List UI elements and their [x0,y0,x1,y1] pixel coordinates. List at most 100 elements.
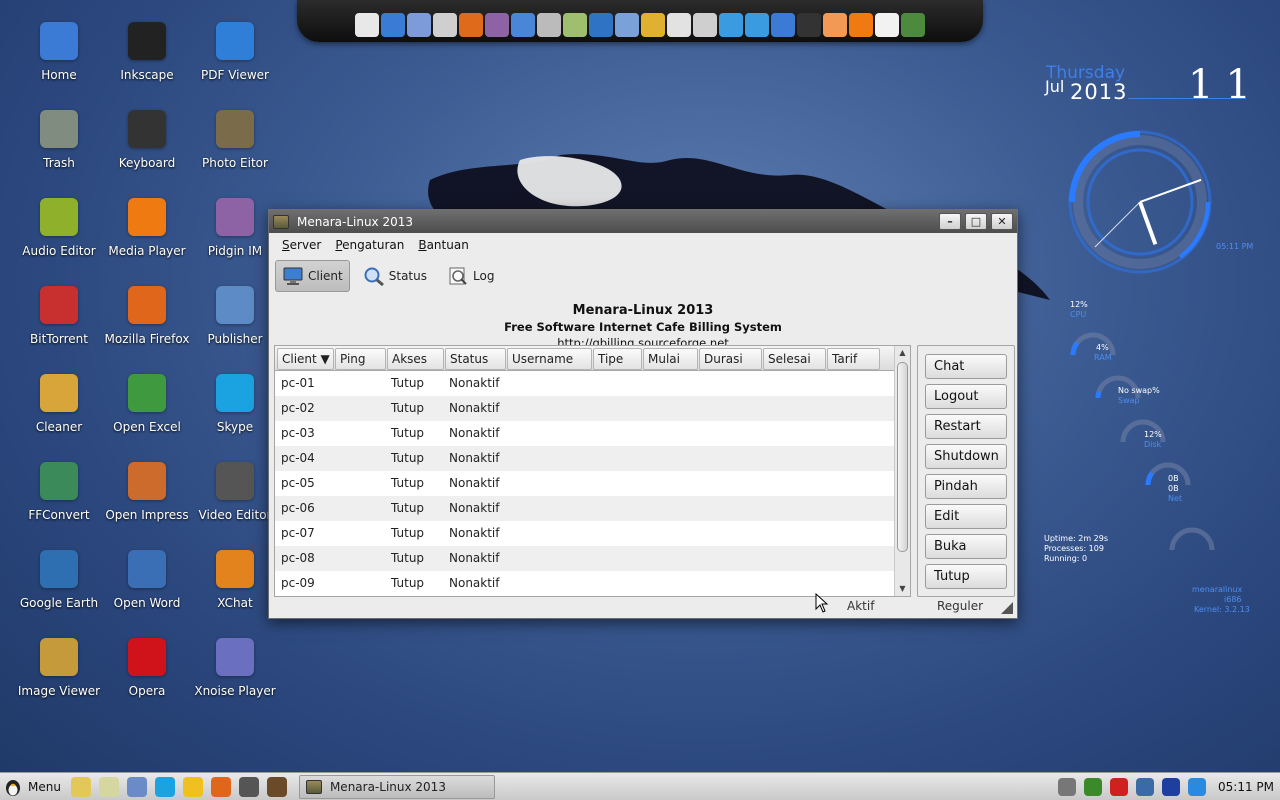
dropbox-icon[interactable] [745,13,769,37]
column-header[interactable]: Tarif [827,348,880,370]
copy-icon[interactable] [537,13,561,37]
desktop-icon-pdf-viewer[interactable]: PDF Viewer [191,22,279,110]
vlc-cone-icon[interactable] [849,13,873,37]
bug-icon[interactable] [641,13,665,37]
table-row[interactable]: pc-07 Tutup Nonaktif [275,521,910,546]
desktop-icon-bittorrent[interactable]: BitTorrent [15,286,103,374]
shutdown-button[interactable]: Shutdown [925,444,1007,469]
desktop-icon-image-viewer[interactable]: Image Viewer [15,638,103,726]
home-icon[interactable] [511,13,535,37]
disc-icon[interactable] [433,13,457,37]
column-header[interactable]: Selesai [763,348,826,370]
firefox-icon[interactable] [210,776,231,797]
ftp-icon[interactable] [667,13,691,37]
tab-client[interactable]: Client [275,260,350,292]
calculator-icon[interactable] [126,776,147,797]
desktop-icon-home[interactable]: Home [15,22,103,110]
desktop-icon-opera[interactable]: Opera [103,638,191,726]
column-header[interactable]: Status [445,348,506,370]
desktop-icon-ffconvert[interactable]: FFConvert [15,462,103,550]
desktop-icon-open-impress[interactable]: Open Impress [103,462,191,550]
desktop-icon-keyboard[interactable]: Keyboard [103,110,191,198]
panel-clock[interactable]: 05:11 PM [1210,780,1280,794]
search-icon[interactable] [615,13,639,37]
accessibility-icon[interactable] [381,13,405,37]
column-header[interactable]: Mulai [643,348,698,370]
column-header[interactable]: Akses [387,348,444,370]
desktop-icon-photo-eitor[interactable]: Photo Eitor [191,110,279,198]
column-header[interactable]: Tipe [593,348,642,370]
battery-icon[interactable] [1162,777,1180,796]
pidgin-icon[interactable] [485,13,509,37]
table-row[interactable]: pc-03 Tutup Nonaktif [275,421,910,446]
vertical-scrollbar[interactable]: ▲ ▼ [894,346,910,596]
clapperboard-icon[interactable] [238,776,259,797]
taskbar-item-menara[interactable]: Menara-Linux 2013 [298,774,495,799]
maximize-button[interactable]: □ [965,213,987,230]
desktop-icon-publisher[interactable]: Publisher [191,286,279,374]
column-header[interactable]: Ping [335,348,386,370]
dropbox-icon[interactable] [719,13,743,37]
disk-icon[interactable] [875,13,899,37]
volume-icon[interactable] [1058,777,1076,796]
desktop-icon-video-editor[interactable]: Video Editor [191,462,279,550]
restart-button[interactable]: Restart [925,414,1007,439]
app-icon[interactable] [901,13,925,37]
scroll-up-arrow[interactable]: ▲ [895,346,910,360]
emoticon-icon[interactable] [182,776,203,797]
chat-button[interactable]: Chat [925,354,1007,379]
table-row[interactable]: pc-04 Tutup Nonaktif [275,446,910,471]
no-entry-icon[interactable] [1110,777,1128,796]
table-row[interactable]: pc-05 Tutup Nonaktif [275,471,910,496]
firefox-icon[interactable] [459,13,483,37]
desktop-icon-open-word[interactable]: Open Word [103,550,191,638]
desktop-icon-xnoise-player[interactable]: Xnoise Player [191,638,279,726]
desktop-icon-google-earth[interactable]: Google Earth [15,550,103,638]
column-header[interactable]: Client ▼ [277,348,334,370]
buka-button[interactable]: Buka [925,534,1007,559]
desktop-icon-open-excel[interactable]: Open Excel [103,374,191,462]
desktop-icon-inkscape[interactable]: Inkscape [103,22,191,110]
folder-icon[interactable] [98,776,119,797]
resize-grip[interactable] [1001,602,1013,614]
speaker-icon[interactable] [266,776,287,797]
table-row[interactable]: pc-06 Tutup Nonaktif [275,496,910,521]
tutup-button[interactable]: Tutup [925,564,1007,589]
menu-button[interactable]: Menu [0,773,67,800]
desktop-icon-xchat[interactable]: XChat [191,550,279,638]
tab-log[interactable]: Log [440,260,501,292]
monitor-green-icon[interactable] [1084,777,1102,796]
help-icon[interactable] [771,13,795,37]
terminal-icon[interactable] [797,13,821,37]
edit-button[interactable]: Edit [925,504,1007,529]
table-row[interactable]: pc-08 Tutup Nonaktif [275,546,910,571]
desktop-icon-trash[interactable]: Trash [15,110,103,198]
column-header[interactable]: Durasi [699,348,762,370]
shell-icon[interactable] [823,13,847,37]
archive-download-icon[interactable] [693,13,717,37]
desktop-icon-mozilla-firefox[interactable]: Mozilla Firefox [103,286,191,374]
download-folder-icon[interactable] [563,13,587,37]
logout-button[interactable]: Logout [925,384,1007,409]
monitor-icon[interactable] [589,13,613,37]
network-icon[interactable] [1136,777,1154,796]
desktop-icon-pidgin-im[interactable]: Pidgin IM [191,198,279,286]
file-manager-icon[interactable] [70,776,91,797]
scroll-down-arrow[interactable]: ▼ [895,582,910,596]
table-row[interactable]: pc-01 Tutup Nonaktif [275,371,910,396]
desktop-icon-cleaner[interactable]: Cleaner [15,374,103,462]
desktop-icon-audio-editor[interactable]: Audio Editor [15,198,103,286]
menu-pengaturan[interactable]: Pengaturan [328,238,411,252]
printer-icon[interactable] [355,13,379,37]
calculator-icon[interactable] [407,13,431,37]
skype-icon[interactable] [154,776,175,797]
tab-status[interactable]: Status [356,260,434,292]
window-titlebar[interactable]: Menara-Linux 2013 – □ ✕ [269,210,1017,233]
menu-bantuan[interactable]: Bantuan [411,238,475,252]
desktop-icon-skype[interactable]: Skype [191,374,279,462]
desktop-icon-media-player[interactable]: Media Player [103,198,191,286]
power-icon[interactable] [1188,777,1206,796]
column-header[interactable]: Username [507,348,592,370]
table-row[interactable]: pc-02 Tutup Nonaktif [275,396,910,421]
minimize-button[interactable]: – [939,213,961,230]
